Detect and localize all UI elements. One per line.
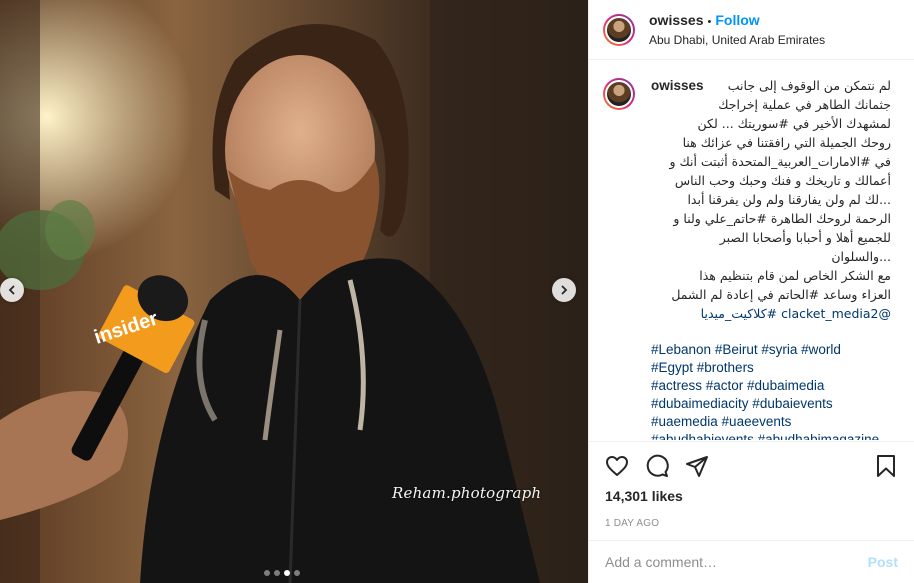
bookmark-icon[interactable] bbox=[874, 454, 898, 478]
previous-button[interactable] bbox=[0, 278, 24, 302]
separator-dot: • bbox=[707, 15, 712, 28]
hashtag-line[interactable]: #uaemedia #uaeevents bbox=[651, 413, 891, 431]
comment-icon[interactable] bbox=[645, 454, 669, 478]
carousel-indicator bbox=[264, 570, 300, 576]
post-header: owisses • Follow Abu Dhabi, United Arab Em… bbox=[589, 0, 914, 60]
comment-input[interactable] bbox=[605, 554, 845, 570]
caption-line: ...والسلوان bbox=[831, 249, 891, 264]
post-date[interactable]: 1 DAY AGO bbox=[589, 518, 914, 529]
caption-line: العزاء وساعد #الحاتم في إعادة لم الشمل bbox=[671, 287, 891, 302]
post-comment-button[interactable]: Post bbox=[868, 554, 898, 570]
post-media[interactable]: insider Reham.photograph bbox=[0, 0, 588, 583]
carousel-dot bbox=[274, 570, 280, 576]
hashtag-line[interactable]: #dubaimediacity #dubaievents bbox=[651, 395, 891, 413]
caption-line[interactable]: @clacket_media2 #كلاكيت_ميديا bbox=[651, 304, 891, 323]
caption-avatar[interactable] bbox=[603, 78, 635, 110]
add-comment-bar: Post bbox=[589, 540, 914, 583]
caption-line: في #الامارات_العربية_المتحدة أثبتت أنك و bbox=[669, 154, 891, 169]
photo-watermark: Reham.photograph bbox=[392, 484, 542, 502]
hashtag-line[interactable]: #actress #actor #dubaimedia bbox=[651, 377, 891, 395]
avatar[interactable] bbox=[603, 13, 635, 46]
carousel-dot bbox=[294, 570, 300, 576]
share-icon[interactable] bbox=[685, 454, 709, 478]
location-link[interactable]: Abu Dhabi, United Arab Emirates bbox=[649, 31, 825, 49]
post-sidebar: owisses • Follow Abu Dhabi, United Arab Em… bbox=[588, 0, 914, 583]
caption-line: روحك الجميلة التي رافقتنا في عزائك هنا bbox=[682, 135, 891, 150]
hashtag-line[interactable]: #Lebanon #Beirut #syria #world bbox=[651, 341, 891, 359]
hashtag-line[interactable]: #abudhabievents #abudhabimagazine bbox=[651, 431, 891, 440]
follow-button[interactable]: Follow bbox=[715, 12, 759, 28]
header-username[interactable]: owisses bbox=[649, 12, 703, 28]
hashtag-list: #Lebanon #Beirut #syria #world #Egypt #b… bbox=[651, 341, 891, 440]
action-bar: 14,301 likes 1 DAY AGO bbox=[589, 441, 914, 529]
caption-line: الرحمة لروحك الطاهرة #حاتم_علي ولنا و bbox=[673, 211, 891, 226]
chevron-left-icon bbox=[8, 285, 15, 295]
caption: owisses لم نتمكن من الوقوف إلى جانب جثما… bbox=[603, 76, 900, 440]
caption-line: ...لك لم ولن يفارقنا ولم ولن يفرقنا أبدا bbox=[687, 192, 891, 207]
carousel-dot bbox=[264, 570, 270, 576]
caption-line: أعمالك و تاريخك و فنك وحبك وحب الناس bbox=[674, 173, 891, 188]
caption-username[interactable]: owisses bbox=[651, 76, 704, 95]
carousel-dot bbox=[284, 570, 290, 576]
comments-area[interactable]: owisses لم نتمكن من الوقوف إلى جانب جثما… bbox=[589, 60, 914, 440]
hashtag-line[interactable]: #Egypt #brothers bbox=[651, 359, 891, 377]
like-count[interactable]: 14,301 likes bbox=[589, 488, 914, 504]
caption-line: مع الشكر الخاص لمن قام بتنظيم هذا bbox=[699, 268, 891, 283]
post-dialog: insider Reham.photograph owisses • Follow … bbox=[0, 0, 914, 583]
caption-text: owisses لم نتمكن من الوقوف إلى جانب جثما… bbox=[651, 76, 891, 323]
caption-line: لمشهدك الأخير في #سوريتك ... لكن bbox=[697, 116, 891, 131]
chevron-right-icon bbox=[561, 285, 568, 295]
caption-line: جثمانك الطاهر في عملية إخراجك bbox=[718, 97, 891, 112]
next-button[interactable] bbox=[552, 278, 576, 302]
caption-line: للجميع أهلا و أحبابا وأصحابا الصبر bbox=[719, 230, 891, 245]
heart-icon[interactable] bbox=[605, 454, 629, 478]
